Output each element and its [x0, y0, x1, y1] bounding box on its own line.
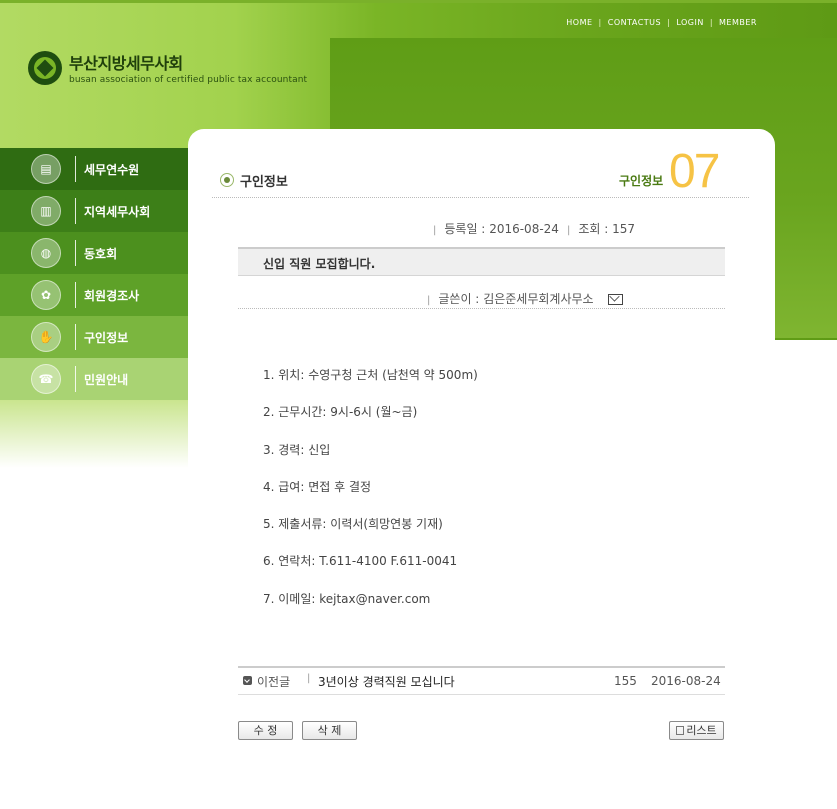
- prev-post-label: 이전글: [257, 675, 291, 689]
- prev-post-views: 155: [614, 674, 637, 688]
- logo-text: 부산지방세무사회 busan association of certified …: [69, 50, 307, 85]
- nav-home[interactable]: HOME: [566, 18, 592, 27]
- body-line: 6. 연락처: T.611-4100 F.611-0041: [263, 554, 458, 569]
- nav-member[interactable]: MEMBER: [719, 18, 757, 27]
- post-body: 1. 위치: 수영구청 근처 (남천역 약 500m) 2. 근무시간: 9시-…: [263, 366, 478, 627]
- meta-separator: |: [307, 673, 311, 684]
- sidebar-item-label: 세무연수원: [84, 162, 140, 177]
- top-stripe: [0, 0, 837, 3]
- buildings-icon: ▥: [31, 196, 61, 226]
- book-icon: ▤: [31, 154, 61, 184]
- menu-divider: [75, 240, 76, 266]
- nav-contactus[interactable]: CONTACTUS: [608, 18, 661, 27]
- nav-separator: |: [709, 18, 714, 27]
- list-button[interactable]: 리스트: [669, 721, 724, 740]
- menu-divider: [75, 366, 76, 392]
- sidebar-item-tax-institute[interactable]: ▤ 세무연수원: [0, 148, 188, 190]
- sidebar-item-job-info[interactable]: ✋ 구인정보: [0, 316, 188, 358]
- body-line: 2. 근무시간: 9시-6시 (월~금): [263, 405, 418, 420]
- phone-icon: ☎: [31, 364, 61, 394]
- sidebar-item-member-events[interactable]: ✿ 회원경조사: [0, 274, 188, 316]
- post-date: 2016-08-24: [489, 222, 559, 236]
- top-nav: HOME | CONTACTUS | LOGIN | MEMBER: [566, 18, 757, 27]
- body-line: 7. 이메일: kejtax@naver.com: [263, 591, 431, 606]
- sidebar-item-label: 지역세무사회: [84, 204, 151, 219]
- post-author: 김은준세무회계사무소: [483, 292, 594, 306]
- edit-button[interactable]: 수 정: [238, 721, 293, 740]
- nav-login[interactable]: LOGIN: [676, 18, 704, 27]
- body-line: 5. 제출서류: 이력서(희망연봉 기재): [263, 517, 443, 532]
- body-line: 3. 경력: 신입: [263, 442, 331, 457]
- post-author-row: | 글쓴이 : 김은준세무회계사무소: [238, 288, 725, 306]
- sidebar-item-label: 민원안내: [84, 372, 129, 387]
- flower-icon: ✿: [31, 280, 61, 310]
- page-header: 구인정보 구인정보 07: [218, 145, 748, 198]
- logo-name-english: busan association of certified public ta…: [69, 75, 308, 85]
- meta-separator: |: [566, 225, 571, 236]
- sidebar-menu: ▤ 세무연수원 ▥ 지역세무사회 ◍ 동호회 ✿ 회원경조사 ✋ 구인정보 ☎ …: [0, 148, 188, 400]
- menu-divider: [75, 198, 76, 224]
- body-line: 1. 위치: 수영구청 근처 (남천역 약 500m): [263, 368, 478, 382]
- section-number: 07: [669, 145, 720, 198]
- sidebar-item-label: 회원경조사: [84, 288, 140, 303]
- nav-separator: |: [667, 18, 671, 27]
- prev-post-title[interactable]: 3년이상 경력직원 모십니다: [318, 673, 455, 690]
- date-label: 등록일 :: [444, 222, 486, 236]
- prev-post-row[interactable]: 이전글 | 3년이상 경력직원 모십니다 155 2016-08-24: [238, 666, 725, 695]
- author-divider: [238, 308, 725, 309]
- page-title: 구인정보: [240, 175, 288, 190]
- sidebar-item-regional-association[interactable]: ▥ 지역세무사회: [0, 190, 188, 232]
- section-label: 구인정보: [619, 174, 664, 188]
- views-label: 조회 :: [578, 222, 609, 236]
- sidebar-item-clubs[interactable]: ◍ 동호회: [0, 232, 188, 274]
- post-views: 157: [612, 222, 635, 236]
- title-divider: [212, 197, 749, 198]
- title-bullet-icon: [220, 173, 234, 187]
- body-line: 4. 급여: 면접 후 결정: [263, 479, 372, 494]
- site-logo[interactable]: 부산지방세무사회 busan association of certified …: [28, 50, 307, 85]
- post-meta: | 등록일 : 2016-08-24 | 조회 : 157: [238, 218, 725, 236]
- author-label: 글쓴이 :: [438, 292, 480, 306]
- sidebar-item-label: 동호회: [84, 246, 118, 261]
- chevron-down-icon: [243, 676, 252, 685]
- list-button-label: 리스트: [686, 724, 717, 737]
- sidebar-fade: [0, 398, 188, 468]
- sidebar-item-civil-affairs[interactable]: ☎ 민원안내: [0, 358, 188, 400]
- sidebar-item-label: 구인정보: [84, 330, 129, 345]
- nav-separator: |: [598, 18, 602, 27]
- delete-button[interactable]: 삭 제: [302, 721, 357, 740]
- menu-divider: [75, 282, 76, 308]
- handshake-icon: ✋: [31, 322, 61, 352]
- logo-name-korean: 부산지방세무사회: [69, 54, 183, 73]
- menu-divider: [75, 156, 76, 182]
- meta-separator: |: [427, 295, 431, 306]
- prev-post-date: 2016-08-24: [651, 674, 721, 688]
- mail-icon[interactable]: [607, 294, 623, 305]
- tennis-icon: ◍: [31, 238, 61, 268]
- list-icon: [676, 726, 685, 735]
- logo-emblem-icon: [28, 50, 62, 85]
- menu-divider: [75, 324, 76, 350]
- post-title-bar: 신입 직원 모집합니다.: [238, 247, 725, 276]
- post-title: 신입 직원 모집합니다.: [263, 257, 376, 271]
- meta-separator: |: [433, 225, 437, 236]
